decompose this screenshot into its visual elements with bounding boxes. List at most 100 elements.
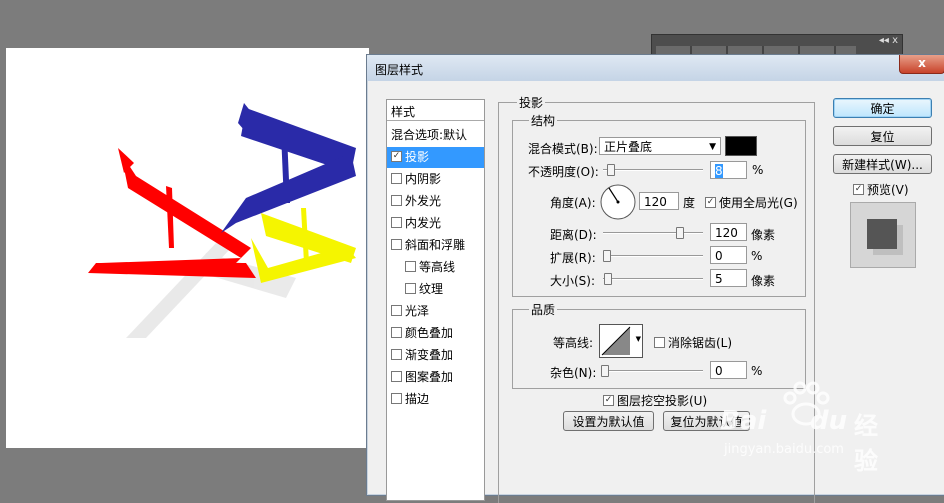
style-item-label: 投影 xyxy=(405,150,430,164)
style-item[interactable]: 光泽 xyxy=(387,301,484,322)
style-item[interactable]: ✓ 投影 xyxy=(387,147,484,168)
style-item-label: 内阴影 xyxy=(405,172,442,186)
angle-input[interactable]: 120 xyxy=(639,192,679,210)
ok-button[interactable]: 确定 xyxy=(833,98,932,118)
style-item-label: 渐变叠加 xyxy=(405,348,454,362)
spread-input[interactable]: 0 xyxy=(710,246,747,264)
global-light-checkbox[interactable]: ✓ 使用全局光(G) xyxy=(705,194,798,211)
style-item-label: 描边 xyxy=(405,392,430,406)
preview-label: 预览(V) xyxy=(867,183,909,197)
artwork xyxy=(88,103,356,338)
watermark-cn: 经验 xyxy=(854,412,878,475)
title-bar[interactable]: 图层样式 x xyxy=(367,55,944,81)
style-item[interactable]: 斜面和浮雕 xyxy=(387,235,484,256)
distance-input[interactable]: 120 xyxy=(710,223,747,241)
size-label: 大小(S): xyxy=(550,274,596,288)
watermark-brand: Bai xyxy=(720,406,767,436)
check-icon: ✓ xyxy=(853,184,864,195)
style-item[interactable]: 内阴影 xyxy=(387,169,484,190)
blend-mode-select[interactable]: 正片叠底 ▼ xyxy=(599,137,721,155)
red-letter-shape xyxy=(88,148,256,278)
panel-controls[interactable]: ◂◂ x xyxy=(879,35,898,46)
spread-slider-thumb[interactable] xyxy=(603,250,611,262)
spread-unit: % xyxy=(751,249,763,263)
checkbox-box-icon xyxy=(654,337,665,348)
make-default-button[interactable]: 设置为默认值 xyxy=(563,411,654,431)
checkbox-box-icon[interactable] xyxy=(391,217,402,228)
distance-label: 距离(D): xyxy=(550,228,597,242)
checkbox-box-icon[interactable] xyxy=(391,349,402,360)
contour-curve-icon xyxy=(601,326,631,356)
reset-button[interactable]: 复位 xyxy=(833,126,932,146)
structure-title: 结构 xyxy=(529,112,558,129)
noise-slider-thumb[interactable] xyxy=(601,365,609,377)
style-item-label: 图案叠加 xyxy=(405,370,454,384)
antialias-checkbox[interactable]: 消除锯齿(L) xyxy=(654,334,732,351)
styles-header[interactable]: 样式 xyxy=(387,100,484,121)
check-icon[interactable]: ✓ xyxy=(391,151,402,162)
new-style-button[interactable]: 新建样式(W)... xyxy=(833,154,932,174)
style-item-label: 斜面和浮雕 xyxy=(405,238,466,252)
opacity-input[interactable]: 8 xyxy=(710,161,747,179)
style-item-label: 等高线 xyxy=(419,260,456,274)
checkbox-box-icon[interactable] xyxy=(391,195,402,206)
contour-label: 等高线: xyxy=(553,336,594,350)
styles-header-label: 样式 xyxy=(391,105,416,119)
yellow-letter-shape xyxy=(251,208,356,283)
knockout-checkbox[interactable]: ✓ 图层挖空投影(U) xyxy=(603,392,707,409)
spread-slider-track[interactable] xyxy=(603,255,703,257)
size-unit: 像素 xyxy=(751,274,776,288)
size-input[interactable]: 5 xyxy=(710,269,747,287)
checkbox-box-icon[interactable] xyxy=(405,261,416,272)
noise-unit: % xyxy=(751,364,763,378)
opacity-unit: % xyxy=(752,163,764,177)
distance-unit: 像素 xyxy=(751,228,776,242)
checkbox-box-icon[interactable] xyxy=(391,393,402,404)
style-item-label: 颜色叠加 xyxy=(405,326,454,340)
drop-shadow-title: 投影 xyxy=(517,94,546,111)
document-canvas[interactable] xyxy=(6,48,369,448)
style-item-label: 纹理 xyxy=(419,282,444,296)
size-slider-track[interactable] xyxy=(603,278,703,280)
noise-input[interactable]: 0 xyxy=(710,361,747,379)
checkbox-box-icon[interactable] xyxy=(405,283,416,294)
distance-slider-thumb[interactable] xyxy=(676,227,684,239)
angle-label: 角度(A): xyxy=(550,196,596,210)
distance-slider-track[interactable] xyxy=(603,232,703,234)
spread-label: 扩展(R): xyxy=(550,251,596,265)
checkbox-box-icon[interactable] xyxy=(391,327,402,338)
style-item[interactable]: 描边 xyxy=(387,389,484,410)
quality-title: 品质 xyxy=(529,301,558,318)
blend-mode-value: 正片叠底 xyxy=(604,140,653,154)
opacity-slider-thumb[interactable] xyxy=(607,164,615,176)
checkbox-box-icon[interactable] xyxy=(391,371,402,382)
global-light-label: 使用全局光(G) xyxy=(719,196,798,210)
checkbox-box-icon[interactable] xyxy=(391,305,402,316)
checkbox-box-icon[interactable] xyxy=(391,239,402,250)
shadow-color-swatch[interactable] xyxy=(725,136,757,156)
opacity-value: 8 xyxy=(715,164,723,178)
style-item[interactable]: 等高线 xyxy=(387,257,484,278)
blue-letter-shape xyxy=(221,103,356,233)
angle-unit: 度 xyxy=(683,196,696,210)
style-item[interactable]: 外发光 xyxy=(387,191,484,212)
style-item-label: 光泽 xyxy=(405,304,430,318)
style-item[interactable]: 纹理 xyxy=(387,279,484,300)
knockout-label: 图层挖空投影(U) xyxy=(617,394,708,408)
preview-checkbox[interactable]: ✓ 预览(V) xyxy=(853,181,909,198)
contour-picker[interactable]: ▼ xyxy=(599,324,643,358)
close-button[interactable]: x xyxy=(899,55,944,74)
blend-options-item[interactable]: 混合选项:默认 xyxy=(387,125,484,146)
dialog-title: 图层样式 xyxy=(375,63,424,77)
opacity-slider-track[interactable] xyxy=(603,169,703,171)
style-item[interactable]: 图案叠加 xyxy=(387,367,484,388)
style-item-label: 内发光 xyxy=(405,216,442,230)
watermark-brand-2: du xyxy=(810,406,848,436)
size-slider-thumb[interactable] xyxy=(604,273,612,285)
style-item[interactable]: 颜色叠加 xyxy=(387,323,484,344)
angle-dial[interactable] xyxy=(599,183,637,221)
noise-slider-track[interactable] xyxy=(603,370,703,372)
style-item[interactable]: 内发光 xyxy=(387,213,484,234)
checkbox-box-icon[interactable] xyxy=(391,173,402,184)
style-item[interactable]: 渐变叠加 xyxy=(387,345,484,366)
